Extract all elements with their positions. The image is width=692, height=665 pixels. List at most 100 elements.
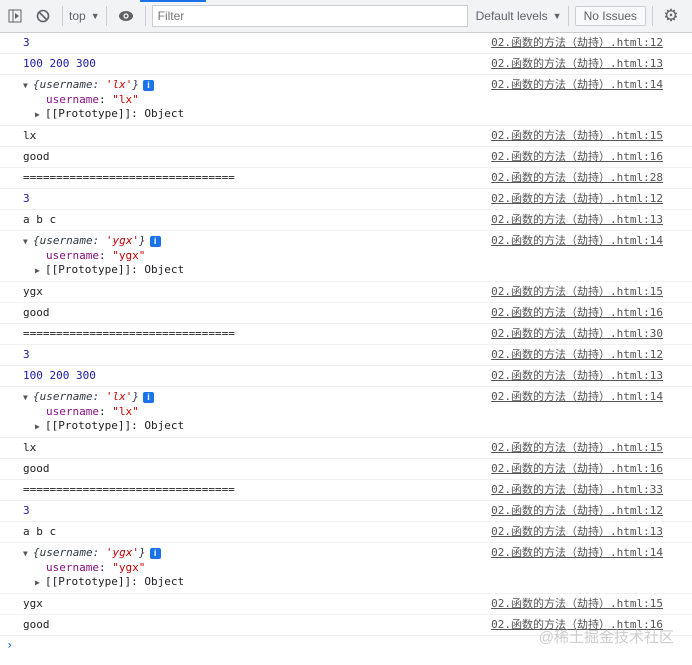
log-message: 100 200 300 bbox=[23, 57, 96, 70]
source-link[interactable]: 02.函数的方法（劫持）.html:16 bbox=[491, 306, 663, 320]
source-link[interactable]: 02.函数的方法（劫持）.html:12 bbox=[491, 504, 663, 518]
property-key: username bbox=[46, 249, 99, 262]
expand-triangle-icon[interactable]: ▼ bbox=[23, 79, 33, 93]
active-tab-indicator bbox=[140, 0, 206, 2]
property-key: username bbox=[46, 561, 99, 574]
console-message-row: ygx 02.函数的方法（劫持）.html:15 bbox=[0, 594, 692, 615]
source-link[interactable]: 02.函数的方法（劫持）.html:16 bbox=[491, 462, 663, 476]
console-message-row: lx 02.函数的方法（劫持）.html:15 bbox=[0, 438, 692, 459]
log-levels-dropdown[interactable]: Default levels ▼ bbox=[476, 3, 562, 29]
preview-value: 'ygx' bbox=[105, 546, 139, 559]
console-message-row: 3 02.函数的方法（劫持）.html:12 bbox=[0, 501, 692, 522]
collapse-triangle-icon[interactable]: ▶ bbox=[35, 576, 45, 590]
preview-key: username bbox=[39, 78, 93, 91]
log-message: 3 bbox=[23, 36, 30, 49]
log-message: a b c bbox=[23, 525, 57, 538]
log-message: lx bbox=[23, 129, 37, 142]
collapse-triangle-icon[interactable]: ▶ bbox=[35, 264, 45, 278]
clear-console-icon[interactable] bbox=[30, 3, 56, 29]
source-link[interactable]: 02.函数的方法（劫持）.html:13 bbox=[491, 213, 663, 227]
prototype-row[interactable]: ▶ [[Prototype]]: Object bbox=[23, 263, 692, 278]
divider bbox=[105, 6, 107, 26]
prototype-row[interactable]: ▶ [[Prototype]]: Object bbox=[23, 575, 692, 590]
preview-key: username bbox=[39, 390, 93, 403]
divider bbox=[144, 6, 146, 26]
log-message: good bbox=[23, 306, 50, 319]
log-message: 3 bbox=[23, 192, 30, 205]
dropdown-arrow-icon: ▼ bbox=[552, 11, 562, 21]
log-message: ================================ bbox=[23, 483, 235, 496]
object-property: username: "lx" bbox=[46, 93, 139, 106]
console-message-row: 100 200 300 02.函数的方法（劫持）.html:13 bbox=[0, 54, 692, 75]
log-message: 3 bbox=[23, 348, 30, 361]
source-link[interactable]: 02.函数的方法（劫持）.html:15 bbox=[491, 285, 663, 299]
issues-button[interactable]: No Issues bbox=[574, 6, 646, 26]
prototype-label: [[Prototype]]: Object bbox=[45, 263, 185, 276]
preview-value: 'lx' bbox=[105, 390, 133, 403]
console-message-row: a b c 02.函数的方法（劫持）.html:13 bbox=[0, 210, 692, 231]
source-link[interactable]: 02.函数的方法（劫持）.html:30 bbox=[491, 327, 663, 341]
expand-triangle-icon[interactable]: ▼ bbox=[23, 391, 33, 405]
source-link[interactable]: 02.函数的方法（劫持）.html:13 bbox=[491, 525, 663, 539]
log-message: ================================ bbox=[23, 171, 235, 184]
property-value: "ygx" bbox=[112, 561, 146, 574]
console-message-row: good 02.函数的方法（劫持）.html:16 bbox=[0, 303, 692, 324]
divider bbox=[567, 6, 569, 26]
source-link[interactable]: 02.函数的方法（劫持）.html:15 bbox=[491, 441, 663, 455]
log-message: ================================ bbox=[23, 327, 235, 340]
console-message-row: ================================ 02.函数的方法… bbox=[0, 480, 692, 501]
prototype-row[interactable]: ▶ [[Prototype]]: Object bbox=[23, 107, 692, 122]
source-link[interactable]: 02.函数的方法（劫持）.html:14 bbox=[491, 234, 663, 248]
info-icon[interactable]: i bbox=[149, 548, 161, 559]
log-message: good bbox=[23, 150, 50, 163]
console-message-row: ================================ 02.函数的方法… bbox=[0, 324, 692, 345]
source-link[interactable]: 02.函数的方法（劫持）.html:12 bbox=[491, 36, 663, 50]
sidebar-toggle-icon[interactable] bbox=[0, 3, 30, 29]
console-message-row: ================================ 02.函数的方法… bbox=[0, 168, 692, 189]
log-message: good bbox=[23, 462, 50, 475]
prototype-label: [[Prototype]]: Object bbox=[45, 107, 185, 120]
collapse-triangle-icon[interactable]: ▶ bbox=[35, 108, 45, 122]
log-message: good bbox=[23, 618, 50, 631]
collapse-triangle-icon[interactable]: ▶ bbox=[35, 420, 45, 434]
object-property: username: "lx" bbox=[46, 405, 139, 418]
live-expression-eye-icon[interactable] bbox=[113, 3, 139, 29]
prototype-row[interactable]: ▶ [[Prototype]]: Object bbox=[23, 419, 692, 434]
console-message-row: lx 02.函数的方法（劫持）.html:15 bbox=[0, 126, 692, 147]
source-link[interactable]: 02.函数的方法（劫持）.html:14 bbox=[491, 78, 663, 92]
expand-triangle-icon[interactable]: ▼ bbox=[23, 235, 33, 249]
source-link[interactable]: 02.函数的方法（劫持）.html:15 bbox=[491, 129, 663, 143]
context-label: top bbox=[69, 9, 86, 23]
preview-value: 'ygx' bbox=[105, 234, 139, 247]
context-selector[interactable]: top ▼ bbox=[69, 3, 100, 29]
object-property: username: "ygx" bbox=[46, 249, 146, 262]
console-message-row: ▼ {username: 'ygx'} i username: "ygx" ▶ [[P… bbox=[0, 543, 692, 594]
source-link[interactable]: 02.函数的方法（劫持）.html:14 bbox=[491, 546, 663, 560]
source-link[interactable]: 02.函数的方法（劫持）.html:12 bbox=[491, 192, 663, 206]
source-link[interactable]: 02.函数的方法（劫持）.html:14 bbox=[491, 390, 663, 404]
info-icon[interactable]: i bbox=[142, 80, 154, 91]
info-icon[interactable]: i bbox=[149, 236, 161, 247]
source-link[interactable]: 02.函数的方法（劫持）.html:16 bbox=[491, 150, 663, 164]
log-message: 100 200 300 bbox=[23, 369, 96, 382]
info-icon[interactable]: i bbox=[142, 392, 154, 403]
divider bbox=[651, 6, 653, 26]
dropdown-arrow-icon: ▼ bbox=[90, 11, 100, 21]
divider bbox=[62, 6, 63, 26]
source-link[interactable]: 02.函数的方法（劫持）.html:15 bbox=[491, 597, 663, 611]
object-property: username: "ygx" bbox=[46, 561, 146, 574]
filter-input[interactable]: Filter bbox=[151, 5, 468, 27]
source-link[interactable]: 02.函数的方法（劫持）.html:13 bbox=[491, 57, 663, 71]
source-link[interactable]: 02.函数的方法（劫持）.html:33 bbox=[491, 483, 663, 497]
settings-gear-icon[interactable]: ⚙ bbox=[659, 3, 683, 29]
console-message-row: good 02.函数的方法（劫持）.html:16 bbox=[0, 147, 692, 168]
source-link[interactable]: 02.函数的方法（劫持）.html:28 bbox=[491, 171, 663, 185]
console-message-row: 3 02.函数的方法（劫持）.html:12 bbox=[0, 345, 692, 366]
source-link[interactable]: 02.函数的方法（劫持）.html:12 bbox=[491, 348, 663, 362]
console-message-row: good 02.函数的方法（劫持）.html:16 bbox=[0, 459, 692, 480]
preview-value: 'lx' bbox=[105, 78, 133, 91]
levels-label: Default levels bbox=[475, 9, 548, 23]
source-link[interactable]: 02.函数的方法（劫持）.html:13 bbox=[491, 369, 663, 383]
expand-triangle-icon[interactable]: ▼ bbox=[23, 547, 33, 561]
log-message: ygx bbox=[23, 597, 43, 610]
